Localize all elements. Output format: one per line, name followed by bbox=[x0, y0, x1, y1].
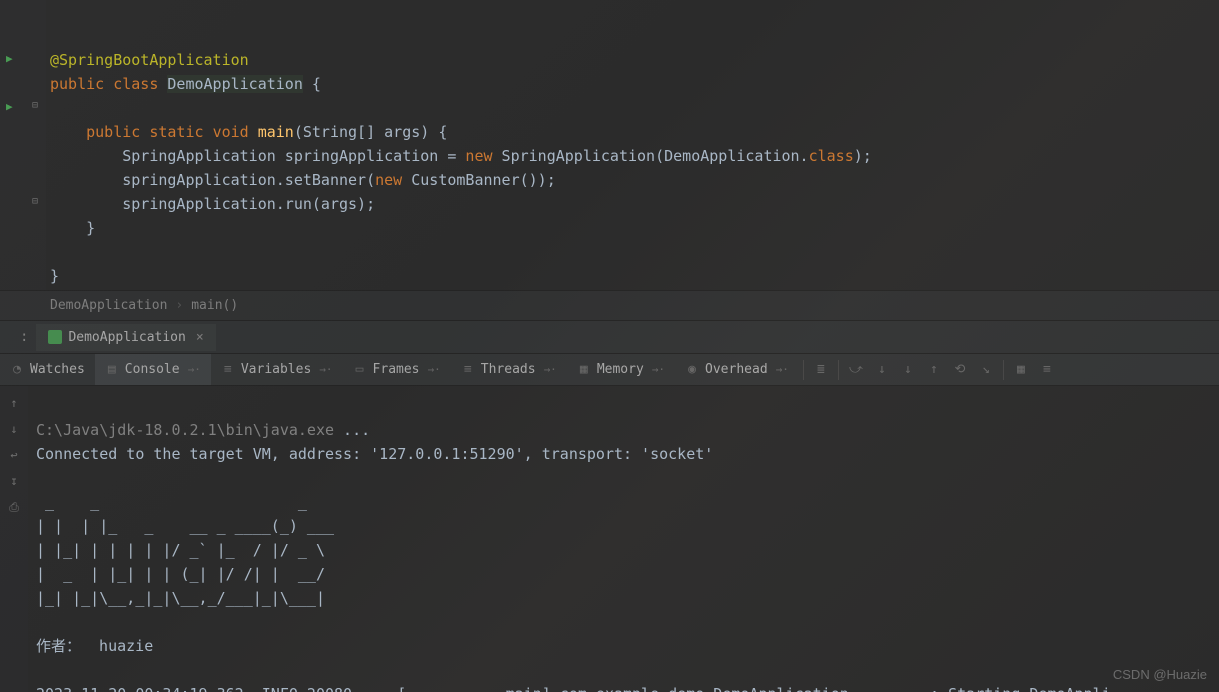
run-gutter-icon[interactable]: ▶ bbox=[6, 52, 13, 65]
overhead-icon: ◉ bbox=[685, 363, 699, 377]
pin-icon[interactable]: →· bbox=[776, 363, 789, 376]
banner-author: 作者： huazie bbox=[36, 634, 1211, 658]
tab-watches[interactable]: ◔ Watches bbox=[0, 354, 95, 385]
scroll-to-end-button[interactable]: ↑ bbox=[5, 394, 23, 412]
code-content[interactable]: @SpringBootApplication public class DemoA… bbox=[46, 0, 872, 290]
pin-icon[interactable]: →· bbox=[319, 363, 332, 376]
pin-icon[interactable]: →· bbox=[544, 363, 557, 376]
fold-icon[interactable]: ⊟ bbox=[32, 196, 38, 207]
run-to-cursor-button[interactable]: ↘ bbox=[976, 360, 996, 380]
step-over-button[interactable]: ⤻ bbox=[846, 360, 866, 380]
print-button[interactable]: ⎙ bbox=[5, 498, 23, 516]
console-panel: ↑ ↓ ↩ ↧ ⎙ C:\Java\jdk-18.0.2.1\bin\java.… bbox=[0, 386, 1219, 692]
tab-frames[interactable]: ▭ Frames →· bbox=[343, 354, 451, 385]
ascii-banner: _ _ _ bbox=[36, 490, 1211, 514]
pin-icon[interactable]: →· bbox=[652, 363, 665, 376]
fold-icon[interactable]: ⊟ bbox=[32, 100, 38, 111]
step-over-button[interactable]: ≣ bbox=[811, 360, 831, 380]
tab-variables[interactable]: ≡ Variables →· bbox=[211, 354, 343, 385]
force-step-button[interactable]: ↓ bbox=[898, 360, 918, 380]
pin-icon[interactable]: →· bbox=[428, 363, 441, 376]
variables-icon: ≡ bbox=[221, 363, 235, 377]
step-into-button[interactable]: ↓ bbox=[872, 360, 892, 380]
class-name: DemoApplication bbox=[167, 75, 302, 93]
frames-icon: ▭ bbox=[353, 363, 367, 377]
debug-toolbar: ◔ Watches ▤ Console →· ≡ Variables →· ▭ … bbox=[0, 353, 1219, 386]
console-gutter: ↑ ↓ ↩ ↧ ⎙ bbox=[0, 386, 28, 692]
console-icon: ▤ bbox=[105, 363, 119, 377]
pin-icon[interactable]: →· bbox=[188, 363, 201, 376]
tab-memory[interactable]: ▦ Memory →· bbox=[567, 354, 675, 385]
editor-gutter: ▶ ▶ ⊟ ⊟ bbox=[0, 0, 46, 290]
tab-overhead[interactable]: ◉ Overhead →· bbox=[675, 354, 799, 385]
console-output[interactable]: C:\Java\jdk-18.0.2.1\bin\java.exe ...Con… bbox=[28, 386, 1219, 692]
memory-icon: ▦ bbox=[577, 363, 591, 377]
java-path: C:\Java\jdk-18.0.2.1\bin\java.exe bbox=[36, 421, 343, 439]
code-editor[interactable]: ▶ ▶ ⊟ ⊟ @SpringBootApplication public cla… bbox=[0, 0, 1219, 290]
method-name: main bbox=[258, 123, 294, 141]
run-gutter-icon[interactable]: ▶ bbox=[6, 100, 13, 113]
trace-button[interactable]: ≡ bbox=[1037, 360, 1057, 380]
keyword: public bbox=[50, 75, 104, 93]
keyword: class bbox=[113, 75, 158, 93]
separator bbox=[1003, 360, 1004, 380]
tab-threads[interactable]: ≡ Threads →· bbox=[451, 354, 567, 385]
separator bbox=[838, 360, 839, 380]
drop-frame-button[interactable]: ⟲ bbox=[950, 360, 970, 380]
step-out-button[interactable]: ↑ bbox=[924, 360, 944, 380]
scroll-button[interactable]: ↧ bbox=[5, 472, 23, 490]
run-label-suffix: : bbox=[20, 329, 28, 345]
tab-console[interactable]: ▤ Console →· bbox=[95, 354, 211, 385]
separator bbox=[803, 360, 804, 380]
console-line: Connected to the target VM, address: '12… bbox=[36, 442, 1211, 466]
watches-icon: ◔ bbox=[10, 363, 24, 377]
scroll-down-button[interactable]: ↓ bbox=[5, 420, 23, 438]
evaluate-button[interactable]: ▦ bbox=[1011, 360, 1031, 380]
soft-wrap-button[interactable]: ↩ bbox=[5, 446, 23, 464]
threads-icon: ≡ bbox=[461, 363, 475, 377]
annotation: @SpringBootApplication bbox=[50, 51, 249, 69]
log-line: 2023-11-20 00:34:19.362 INFO 20080 --- [… bbox=[36, 682, 1211, 692]
